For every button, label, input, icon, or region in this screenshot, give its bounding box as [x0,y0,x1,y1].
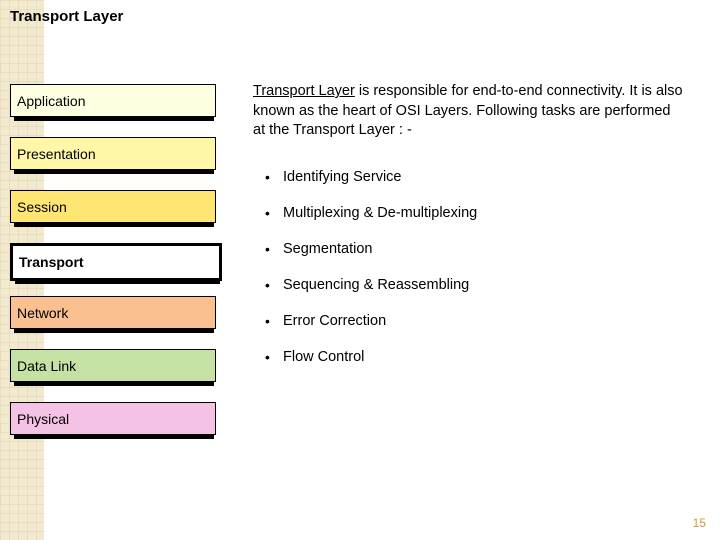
layer-transport: Transport [10,243,210,276]
osi-layers-stack: Application Presentation Session Transpo… [10,84,220,455]
intro-underlined: Transport Layer [253,83,355,99]
layer-network: Network [10,296,210,329]
list-item: Error Correction [253,313,683,329]
layer-label: Physical [17,411,69,427]
layer-label: Transport [19,254,84,270]
layer-label: Data Link [17,358,76,374]
layer-application: Application [10,84,210,117]
list-item: Flow Control [253,349,683,365]
layer-session: Session [10,190,210,223]
list-item: Segmentation [253,241,683,257]
slide-title: Transport Layer [10,8,123,25]
intro-paragraph: Transport Layer is responsible for end-t… [253,82,683,141]
tasks-list: Identifying Service Multiplexing & De-mu… [253,169,683,365]
layer-label: Presentation [17,146,96,162]
page-number: 15 [693,516,706,530]
layer-label: Network [17,305,68,321]
list-item: Sequencing & Reassembling [253,277,683,293]
list-item: Identifying Service [253,169,683,185]
layer-physical: Physical [10,402,210,435]
layer-label: Application [17,93,86,109]
list-item: Multiplexing & De-multiplexing [253,205,683,221]
content-area: Transport Layer is responsible for end-t… [253,82,683,385]
layer-presentation: Presentation [10,137,210,170]
layer-label: Session [17,199,67,215]
layer-data-link: Data Link [10,349,210,382]
